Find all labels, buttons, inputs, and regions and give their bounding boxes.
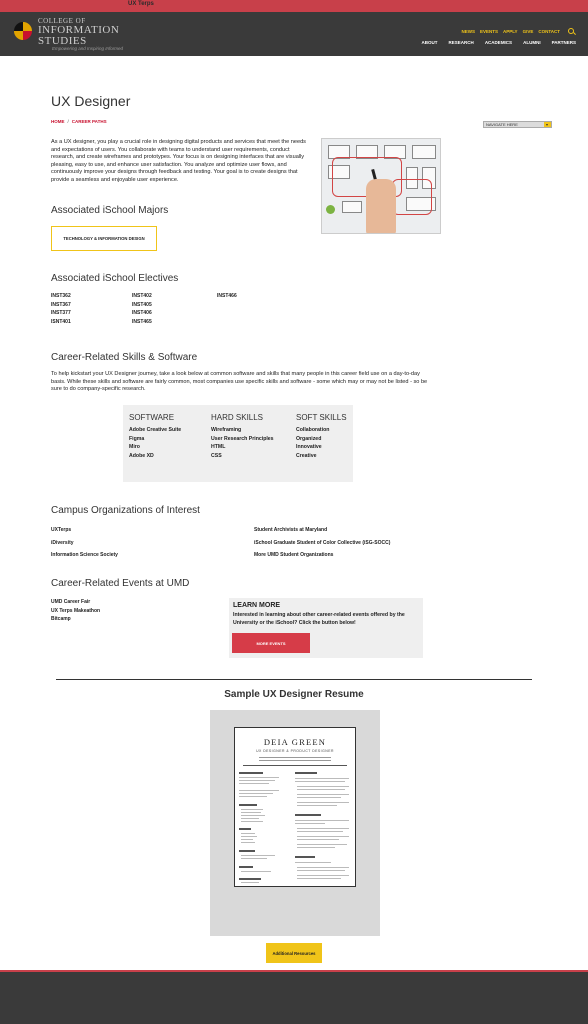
umd-logo-icon[interactable]	[14, 22, 32, 40]
learn-more-panel: LEARN MORE Interested in learning about …	[229, 598, 423, 658]
navigate-select-value: NAVIGATE HERE	[486, 122, 518, 127]
resume-subtitle: UX DESIGNER & PRODUCT DESIGNER	[256, 749, 334, 753]
main-nav-academics[interactable]: ACADEMICS	[485, 40, 512, 45]
events-heading: Career-Related Events at UMD	[51, 578, 190, 589]
breadcrumb-career-paths[interactable]: CAREER PATHS	[72, 119, 107, 124]
breadcrumb: HOME / CAREER PATHS	[51, 119, 107, 124]
software-item: Figma	[129, 435, 145, 442]
org-link-more-umd-orgs[interactable]: More UMD Student Organizations	[254, 549, 390, 562]
breadcrumb-home[interactable]: HOME	[51, 119, 65, 124]
org-link-isg-socc[interactable]: iSchool Graduate Student of Color Collec…	[254, 537, 390, 550]
orgs-heading: Campus Organizations of Interest	[51, 505, 200, 516]
elective-item: INST367	[51, 301, 71, 308]
event-item[interactable]: Bitcamp	[51, 615, 100, 624]
orgs-right-list: Student Archivists at Maryland iSchool G…	[254, 524, 390, 562]
resume-document: DEIA GREEN UX DESIGNER & PRODUCT DESIGNE…	[234, 727, 356, 887]
hard-skills-column: HARD SKILLS Wireframing User Research Pr…	[211, 413, 274, 461]
intro-paragraph: As a UX designer, you play a crucial rol…	[51, 139, 306, 183]
main-nav-research[interactable]: RESEARCH	[449, 40, 474, 45]
hand-illustration	[366, 179, 396, 233]
page-title: UX Designer	[51, 93, 131, 109]
navigate-select[interactable]: NAVIGATE HERE	[483, 121, 552, 128]
resume-preview[interactable]: DEIA GREEN UX DESIGNER & PRODUCT DESIGNE…	[210, 710, 380, 936]
org-link-uxterps[interactable]: UXTerps	[51, 524, 118, 537]
breadcrumb-separator: /	[67, 119, 69, 124]
elective-item: ISNT401	[51, 319, 71, 326]
soft-skills-title: SOFT SKILLS	[296, 413, 347, 422]
site-header: COLLEGE OF INFORMATION STUDIES Empowerin…	[0, 12, 588, 56]
skills-intro: To help kickstart your UX Designer journ…	[51, 371, 428, 393]
hard-skill-item: HTML	[211, 444, 226, 451]
soft-skill-item: Innovative	[296, 444, 322, 451]
util-nav-news[interactable]: NEWS	[461, 29, 475, 34]
main-nav-about[interactable]: ABOUT	[422, 40, 438, 45]
top-bar-title: UX Terps	[128, 1, 154, 7]
util-nav-give[interactable]: GIVE	[523, 29, 534, 34]
hard-skills-title: HARD SKILLS	[211, 413, 264, 422]
software-item: Adobe Creative Suite	[129, 427, 182, 433]
footer-accent-bar	[0, 970, 588, 972]
utility-nav: NEWS EVENTS APPLY GIVE CONTACT	[461, 29, 560, 34]
software-item: Adobe XD	[129, 453, 154, 460]
util-nav-contact[interactable]: CONTACT	[538, 29, 560, 34]
majors-heading: Associated iSchool Majors	[51, 205, 169, 216]
resume-heading: Sample UX Designer Resume	[224, 689, 364, 700]
util-nav-events[interactable]: EVENTS	[480, 29, 498, 34]
events-list: UMD Career Fair UX Terps Makeathon Bitca…	[51, 598, 100, 624]
main-nav-alumni[interactable]: ALUMNI	[523, 40, 541, 45]
elective-item: INST466	[217, 293, 237, 299]
hard-skill-item: User Research Principles	[211, 435, 274, 442]
chevron-down-icon[interactable]	[544, 122, 551, 127]
elective-item: INST362	[51, 293, 71, 299]
skills-table: SOFTWARE Adobe Creative Suite Figma Miro…	[123, 405, 353, 482]
software-title: SOFTWARE	[129, 413, 175, 422]
elective-item: INST465	[132, 319, 152, 326]
org-link-student-archivists[interactable]: Student Archivists at Maryland	[254, 524, 390, 537]
orgs-left-list: UXTerps iDiversity Information Science S…	[51, 524, 118, 562]
software-column: SOFTWARE Adobe Creative Suite Figma Miro…	[129, 413, 181, 461]
site-footer	[0, 970, 588, 1024]
main-nav: ABOUT RESEARCH ACADEMICS ALUMNI PARTNERS	[422, 40, 576, 45]
wireframe-sketch-image	[321, 138, 441, 234]
soft-skills-column: SOFT SKILLS Collaboration Organized Inno…	[296, 413, 347, 461]
hard-skill-item: CSS	[211, 453, 222, 460]
soft-skill-item: Organized	[296, 435, 322, 442]
soft-skill-item: Collaboration	[296, 427, 330, 433]
learn-more-text: Interested in learning about other caree…	[233, 612, 405, 626]
additional-resources-button[interactable]: Additional Resources	[266, 943, 322, 963]
elective-item: INST402	[132, 293, 152, 299]
util-nav-apply[interactable]: APPLY	[503, 29, 518, 34]
org-link-idiversity[interactable]: iDiversity	[51, 537, 118, 550]
elective-item: INST406	[132, 310, 152, 317]
main-nav-partners[interactable]: PARTNERS	[552, 40, 576, 45]
more-events-button[interactable]: MORE EVENTS	[232, 633, 310, 653]
skills-heading: Career-Related Skills & Software	[51, 352, 198, 363]
elective-item: INST405	[132, 301, 152, 308]
electives-heading: Associated iSchool Electives	[51, 273, 179, 284]
green-marker-dot	[326, 205, 335, 214]
elective-item: INST377	[51, 310, 71, 317]
resume-name: DEIA GREEN	[263, 737, 327, 747]
software-item: Miro	[129, 444, 140, 451]
event-item[interactable]: UX Terps Makeathon	[51, 607, 100, 616]
soft-skill-item: Creative	[296, 453, 317, 460]
hard-skill-item: Wireframing	[211, 427, 242, 433]
major-tech-info-design-button[interactable]: TECHNOLOGY & INFORMATION DESIGN	[51, 226, 157, 251]
org-link-info-science-society[interactable]: Information Science Society	[51, 549, 118, 562]
logo-tagline: Empowering and Inspiring Informed	[52, 46, 124, 51]
section-divider	[56, 679, 532, 680]
top-bar: UX Terps	[0, 0, 588, 12]
event-item[interactable]: UMD Career Fair	[51, 598, 100, 607]
learn-more-title: LEARN MORE	[233, 602, 281, 609]
search-icon[interactable]	[568, 28, 574, 34]
